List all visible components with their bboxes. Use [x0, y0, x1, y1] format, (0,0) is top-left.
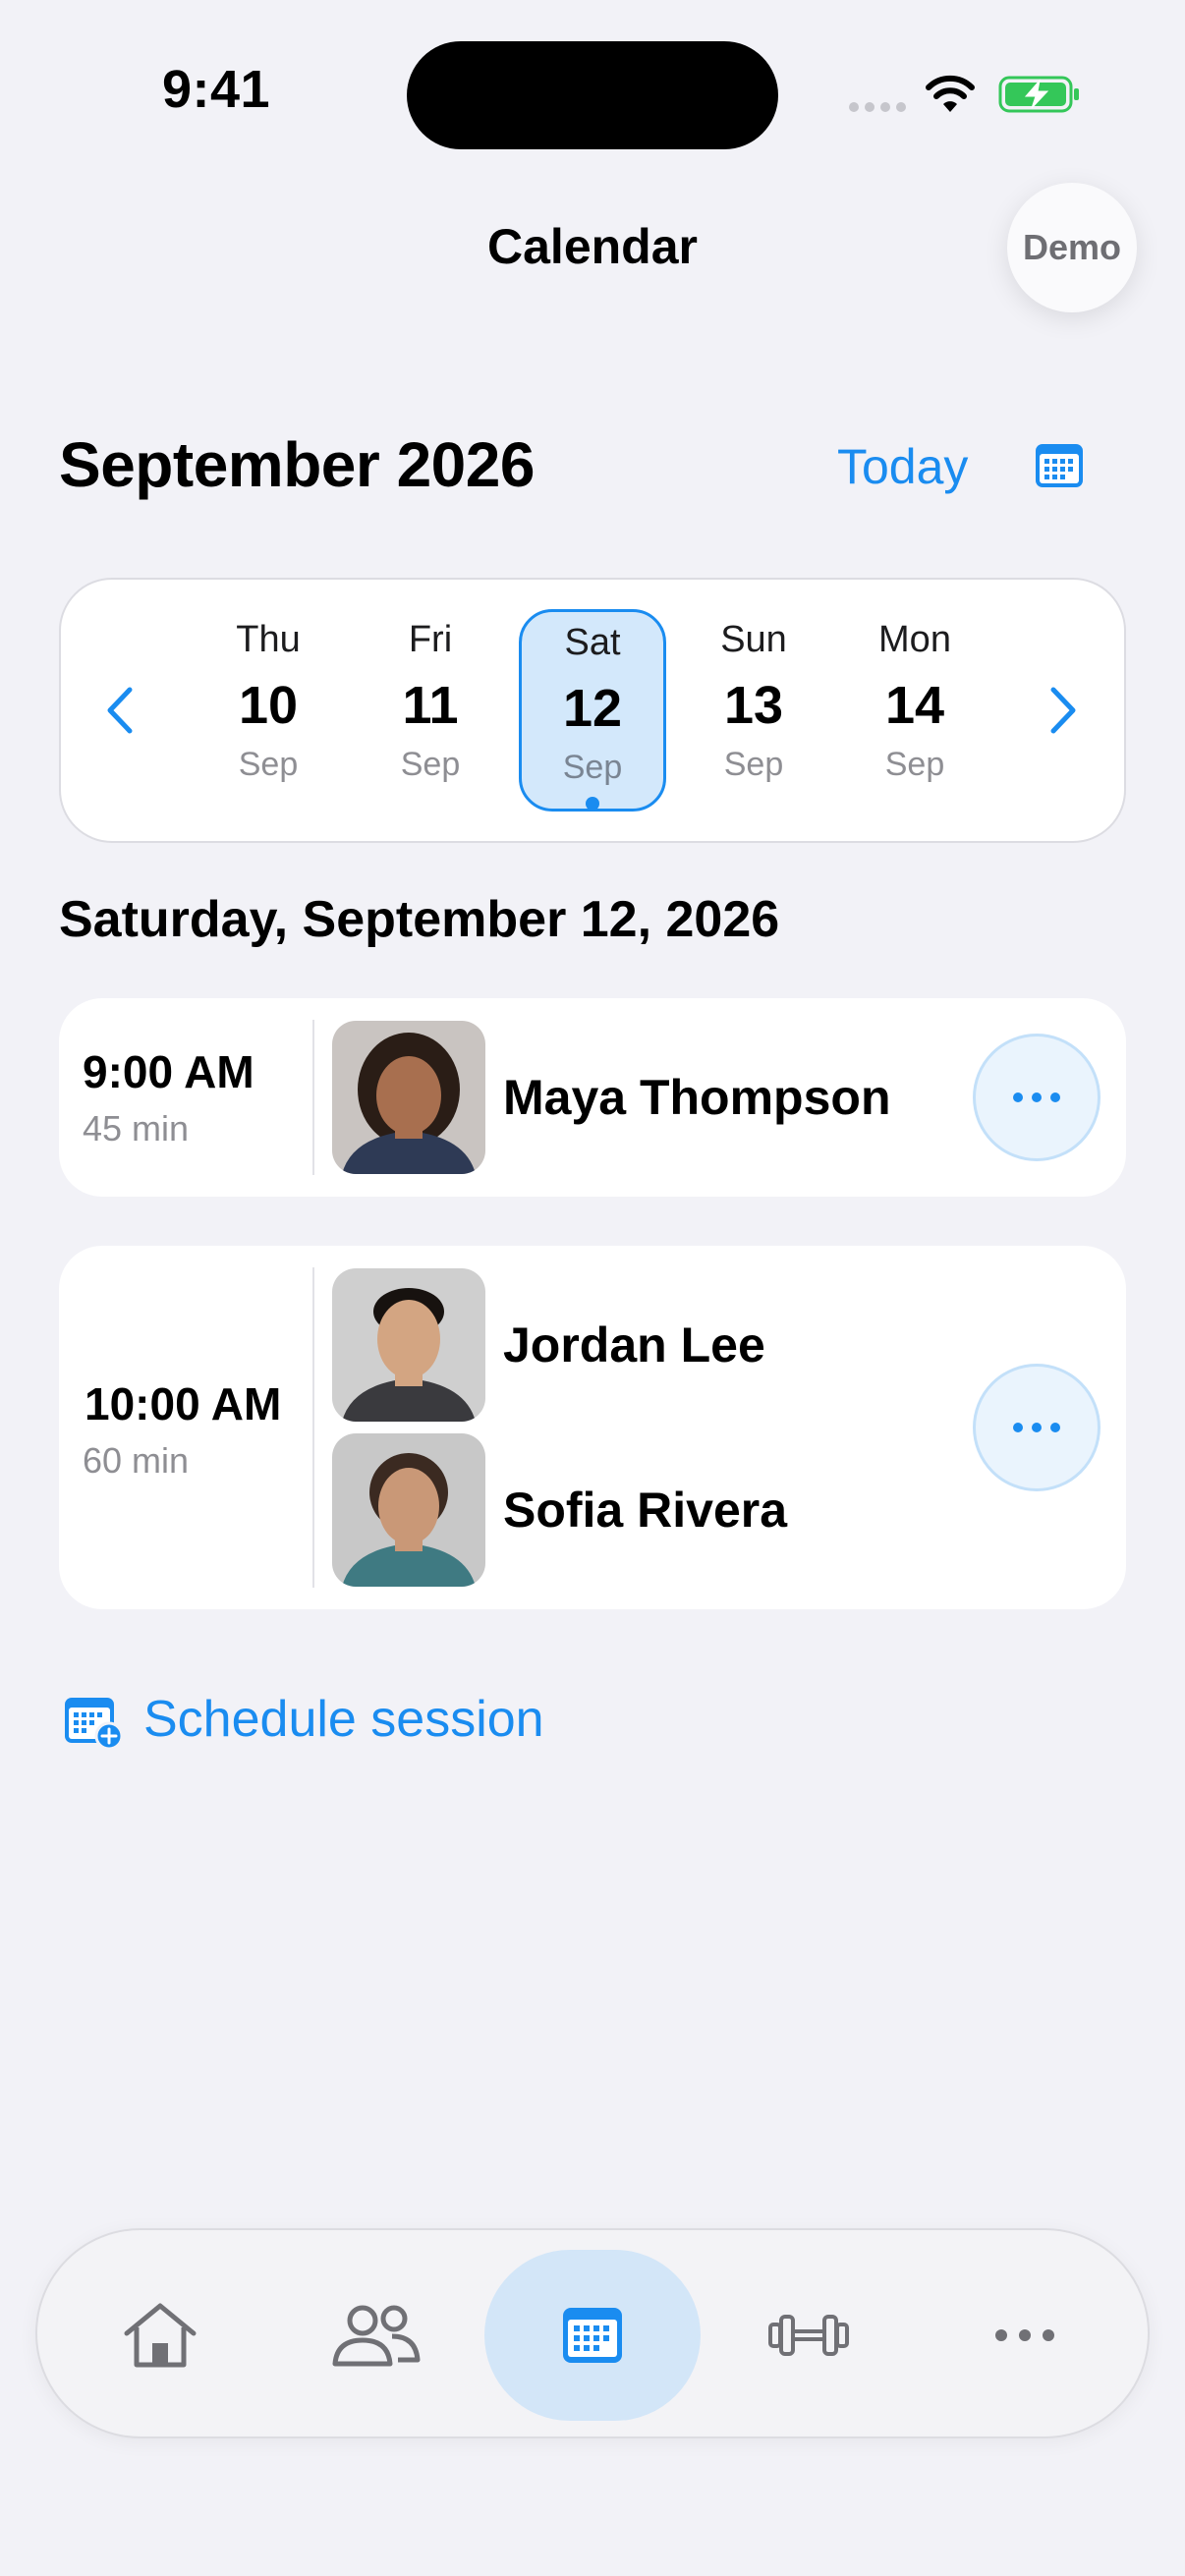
day-of-week: Sat: [564, 622, 621, 663]
session-more-button[interactable]: [973, 1364, 1100, 1491]
card-divider: [312, 1267, 314, 1588]
day-month: Sep: [238, 746, 299, 783]
day-mon-14[interactable]: Mon 14 Sep: [841, 609, 988, 812]
avatar: [332, 1433, 485, 1587]
chevron-right-icon[interactable]: [1045, 684, 1081, 737]
day-sat-12-selected[interactable]: Sat 12 Sep: [519, 609, 666, 812]
wifi-icon: [926, 75, 975, 112]
tab-calendar[interactable]: [484, 2250, 701, 2421]
day-sun-13[interactable]: Sun 13 Sep: [680, 609, 827, 812]
event-indicator-dot: [586, 797, 599, 811]
avatar: [332, 1268, 485, 1422]
day-of-week: Sun: [720, 619, 787, 660]
day-of-week: Fri: [408, 619, 453, 660]
session-time: 10:00 AM: [85, 1378, 282, 1429]
battery-charging-icon: [998, 76, 1079, 113]
day-month: Sep: [723, 746, 784, 783]
day-number: 10: [238, 676, 299, 735]
day-month: Sep: [400, 746, 461, 783]
day-month: Sep: [562, 749, 623, 786]
people-icon: [332, 2305, 421, 2367]
tab-workouts[interactable]: [701, 2250, 917, 2421]
tab-more[interactable]: [917, 2250, 1133, 2421]
status-time: 9:41: [161, 60, 271, 119]
dumbbell-icon: [768, 2315, 849, 2356]
day-of-week: Thu: [236, 619, 301, 660]
day-number: 14: [884, 676, 945, 735]
day-thu-10[interactable]: Thu 10 Sep: [195, 609, 342, 812]
schedule-session-button[interactable]: Schedule session: [143, 1690, 544, 1749]
calendar-picker-icon[interactable]: [1034, 440, 1085, 491]
tab-home[interactable]: [52, 2250, 268, 2421]
chevron-left-icon[interactable]: [102, 684, 138, 737]
card-divider: [312, 1020, 314, 1175]
demo-button[interactable]: Demo: [1007, 183, 1137, 312]
day-of-week: Mon: [878, 619, 951, 660]
selected-date-heading: Saturday, September 12, 2026: [59, 891, 780, 948]
today-button[interactable]: Today: [837, 438, 968, 495]
calendar-add-icon[interactable]: [63, 1696, 124, 1751]
day-number: 13: [723, 676, 784, 735]
tab-clients[interactable]: [268, 2250, 484, 2421]
day-number: 11: [402, 676, 459, 735]
day-number: 12: [562, 679, 623, 738]
month-title: September 2026: [59, 429, 535, 500]
calendar-icon: [563, 2308, 622, 2363]
client-name: Sofia Rivera: [503, 1483, 788, 1538]
avatar: [332, 1021, 485, 1174]
day-month: Sep: [884, 746, 945, 783]
home-icon: [124, 2303, 197, 2368]
client-name: Jordan Lee: [503, 1317, 765, 1372]
cellular-signal-icon: [849, 102, 908, 116]
dynamic-island: [407, 41, 778, 149]
client-name: Maya Thompson: [503, 1070, 891, 1125]
day-fri-11[interactable]: Fri 11 Sep: [357, 609, 504, 812]
session-more-button[interactable]: [973, 1034, 1100, 1161]
session-time: 9:00 AM: [83, 1046, 254, 1097]
session-duration: 60 min: [83, 1440, 190, 1481]
more-icon: [995, 2329, 1054, 2341]
session-duration: 45 min: [83, 1108, 190, 1148]
